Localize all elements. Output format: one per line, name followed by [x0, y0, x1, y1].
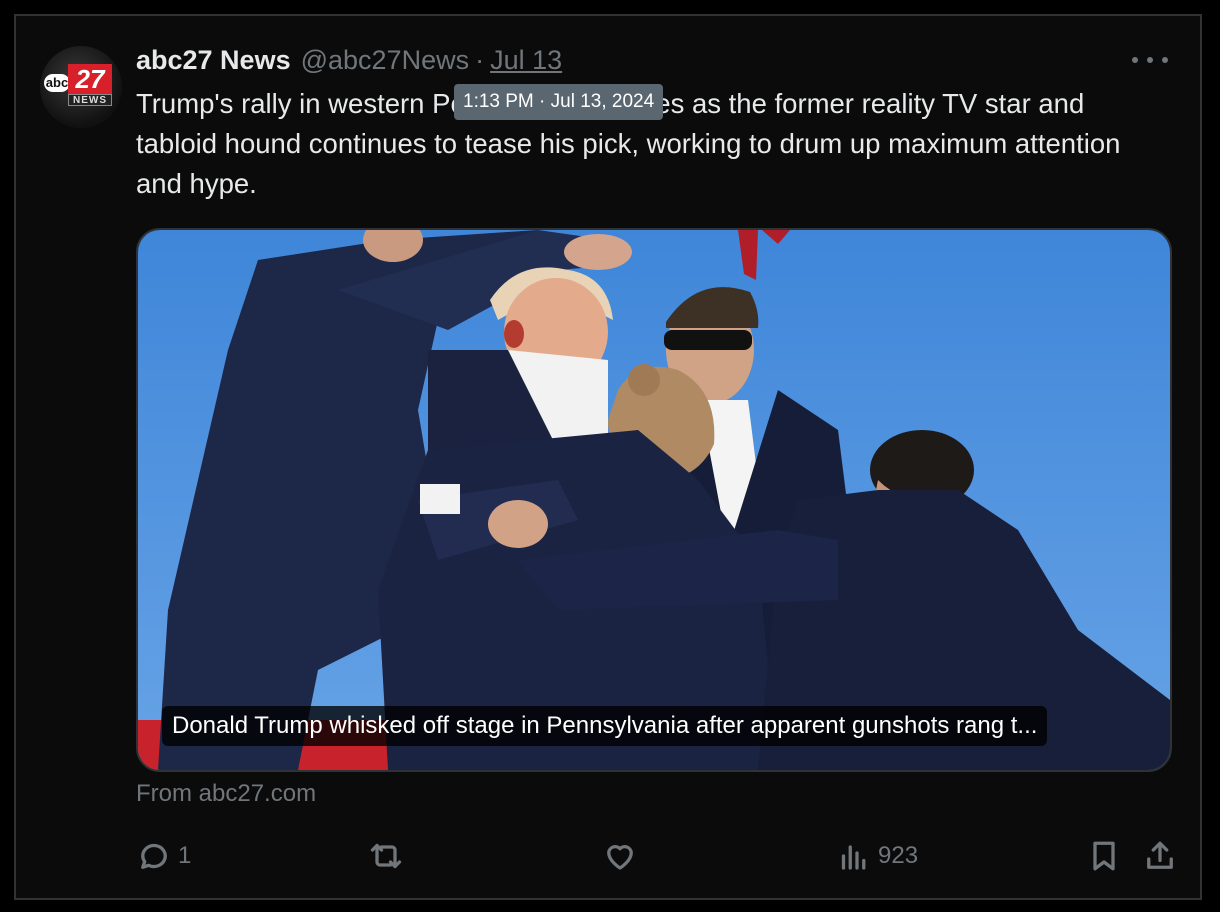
more-dot — [1147, 57, 1153, 63]
timestamp-tooltip: 1:13 PM · Jul 13, 2024 — [454, 84, 664, 120]
retweet-button[interactable] — [368, 836, 410, 876]
more-dot — [1162, 57, 1168, 63]
reply-count: 1 — [178, 842, 192, 869]
fist — [488, 500, 548, 548]
views-button[interactable]: 923 — [836, 836, 918, 876]
action-bar: 1 923 — [136, 836, 1176, 876]
display-name[interactable]: abc27 News — [136, 45, 291, 76]
more-dot — [1132, 57, 1138, 63]
tweet[interactable]: abc 27 NEWS abc27 News @abc27News · Jul … — [14, 14, 1202, 900]
views-icon — [841, 845, 866, 870]
separator-dot: · — [475, 44, 485, 75]
like-button[interactable] — [602, 836, 644, 876]
bookmark-button[interactable] — [1086, 836, 1122, 876]
raised-hand — [564, 234, 632, 270]
abc27-logo: abc 27 NEWS — [44, 64, 118, 110]
logo-news-mark: NEWS — [68, 94, 112, 106]
bookmark-icon — [1093, 841, 1115, 871]
sunglasses — [664, 330, 752, 350]
tweet-date-link[interactable]: Jul 13 — [490, 45, 562, 76]
share-icon — [1147, 841, 1173, 869]
card-photo — [138, 230, 1170, 770]
handle[interactable]: @abc27News — [301, 45, 470, 76]
logo-27-mark: 27 — [68, 64, 112, 94]
trump-ear-blood — [504, 320, 524, 348]
avatar[interactable]: abc 27 NEWS — [40, 46, 122, 128]
retweet-icon — [370, 843, 402, 869]
link-card[interactable]: Donald Trump whisked off stage in Pennsy… — [136, 228, 1172, 772]
cuff — [420, 484, 460, 514]
logo-abc-mark: abc — [44, 74, 70, 92]
agent-woman-bun — [628, 364, 660, 396]
views-count: 923 — [878, 842, 919, 869]
more-horizontal-icon[interactable] — [1132, 50, 1168, 70]
card-source[interactable]: From abc27.com — [136, 780, 316, 808]
tweet-header: abc27 News @abc27News · Jul 13 — [136, 42, 562, 78]
share-button[interactable] — [1142, 836, 1178, 876]
heart-icon — [607, 845, 633, 870]
reply-button[interactable]: 1 — [136, 836, 191, 876]
card-caption: Donald Trump whisked off stage in Pennsy… — [162, 706, 1048, 746]
reply-icon — [141, 843, 167, 869]
